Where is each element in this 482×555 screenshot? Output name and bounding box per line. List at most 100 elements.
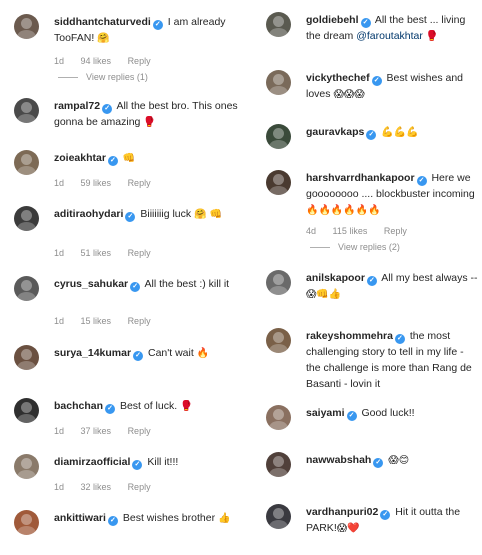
comment-emoji: 😱😊 (388, 455, 410, 466)
comment-text: Best of luck. (119, 400, 178, 412)
comment-username[interactable]: goldiebehl (306, 14, 359, 26)
reply-button[interactable]: Reply (128, 56, 151, 66)
comment-username[interactable]: aditiraohydari (54, 208, 123, 220)
comment-username[interactable]: rampal72 (54, 100, 100, 112)
comment-emoji: 🔥🔥🔥🔥🔥🔥 (306, 205, 381, 216)
avatar[interactable] (14, 206, 39, 231)
comment-username[interactable]: siddhantchaturvedi (54, 16, 151, 28)
comment-emoji: 🥊 (425, 31, 439, 42)
avatar[interactable] (14, 14, 39, 39)
verified-icon: ✓ (366, 276, 377, 286)
reply-button[interactable]: Reply (384, 226, 407, 236)
comment-emoji: 👊 (122, 153, 136, 164)
comment-emoji: 👍 (218, 513, 231, 524)
comment-item: nawwabshah ✓ 😱😊 (266, 452, 478, 480)
comment-likes[interactable]: 115 likes (333, 226, 368, 236)
comment-likes[interactable]: 59 likes (81, 178, 112, 188)
verified-icon: ✓ (105, 404, 116, 414)
comment-mention-link[interactable]: @faroutakhtar (356, 30, 423, 42)
avatar[interactable] (266, 504, 291, 529)
avatar[interactable] (14, 345, 39, 370)
comment-text-block: siddhantchaturvedi ✓ I am already TooFAN!… (54, 14, 240, 47)
avatar[interactable] (266, 12, 291, 37)
view-replies-label: View replies (2) (338, 242, 400, 252)
comment-meta: 1d 37 likes Reply (54, 426, 165, 436)
comment-username[interactable]: diamirzaofficial (54, 456, 130, 468)
comment-username[interactable]: nawwabshah (306, 454, 371, 466)
verified-icon: ✓ (107, 516, 118, 526)
comment-username[interactable]: surya_14kumar (54, 347, 131, 359)
avatar[interactable] (266, 70, 291, 95)
comment-time: 1d (54, 178, 65, 188)
comment-emoji: 🤗 (97, 33, 110, 44)
avatar[interactable] (266, 270, 291, 295)
comment-likes[interactable]: 15 likes (81, 316, 112, 326)
comment-text: Can't wait (147, 347, 194, 359)
comment-item: harshvarrdhankapoor ✓ Here we goooooooo .… (266, 170, 478, 258)
comment-text-block: harshvarrdhankapoor ✓ Here we goooooooo .… (306, 170, 478, 219)
comment-username[interactable]: bachchan (54, 400, 103, 412)
verified-icon: ✓ (133, 351, 144, 361)
comment-likes[interactable]: 32 likes (81, 482, 112, 492)
comment-meta: 4d 115 likes Reply (306, 226, 421, 236)
comment-item: cyrus_sahukar ✓ All the best :) kill it 1… (14, 276, 240, 332)
comment-username[interactable]: zoieakhtar (54, 152, 106, 164)
comment-emoji: 🤗 👊 (194, 209, 223, 220)
comment-item: rakeyshommehra ✓ the most challenging sto… (266, 328, 478, 392)
comment-time: 1d (54, 316, 65, 326)
reply-button[interactable]: Reply (128, 482, 151, 492)
comment-item: bachchan ✓ Best of luck. 🥊 1d 37 likes Re… (14, 398, 240, 443)
view-replies-button[interactable]: View replies (2) (310, 242, 400, 252)
comment-item: rampal72 ✓ All the best bro. This ones go… (14, 98, 240, 138)
comment-likes[interactable]: 37 likes (81, 426, 112, 436)
verified-icon: ✓ (130, 282, 141, 292)
reply-button[interactable]: Reply (128, 178, 151, 188)
verified-icon: ✓ (102, 104, 113, 114)
comment-text-block: cyrus_sahukar ✓ All the best :) kill it (54, 276, 240, 292)
avatar[interactable] (266, 170, 291, 195)
avatar[interactable] (266, 124, 291, 149)
verified-icon: ✓ (125, 212, 136, 222)
comment-text-block: vardhanpuri02 ✓ Hit it outta the PARK!😱❤️ (306, 504, 478, 537)
avatar[interactable] (266, 328, 291, 353)
view-replies-button[interactable]: View replies (1) (58, 72, 148, 82)
comment-username[interactable]: anilskapoor (306, 272, 365, 284)
comment-time: 1d (54, 426, 65, 436)
comment-username[interactable]: harshvarrdhankapoor (306, 172, 415, 184)
comment-username[interactable]: ankittiwari (54, 512, 106, 524)
comment-item: anilskapoor ✓ All my best always -- 😱👊👍 (266, 270, 478, 306)
avatar[interactable] (14, 98, 39, 123)
avatar[interactable] (14, 510, 39, 535)
reply-button[interactable]: Reply (128, 248, 151, 258)
avatar[interactable] (14, 454, 39, 479)
comment-text: Best wishes brother (122, 512, 216, 524)
comment-text-block: gauravkaps ✓ 💪💪💪 (306, 124, 478, 141)
avatar[interactable] (266, 405, 291, 430)
comment-text-block: goldiebehl ✓ All the best ... living the … (306, 12, 478, 45)
reply-button[interactable]: Reply (128, 316, 151, 326)
comment-likes[interactable]: 51 likes (81, 248, 112, 258)
comment-item: aditiraohydari ✓ Biiiiiiig luck 🤗 👊 1d 51… (14, 206, 240, 262)
avatar[interactable] (14, 398, 39, 423)
comment-username[interactable]: vardhanpuri02 (306, 506, 378, 518)
comment-username[interactable]: gauravkaps (306, 126, 364, 138)
comment-item: saiyami ✓ Good luck!! (266, 405, 478, 433)
comment-item: diamirzaofficial ✓ Kill it!!! 1d 32 likes… (14, 454, 240, 499)
avatar[interactable] (266, 452, 291, 477)
comment-username[interactable]: cyrus_sahukar (54, 278, 128, 290)
reply-button[interactable]: Reply (128, 426, 151, 436)
comment-likes[interactable]: 94 likes (81, 56, 112, 66)
avatar[interactable] (14, 276, 39, 301)
comment-text-block: ankittiwari ✓ Best wishes brother 👍 (54, 510, 240, 527)
comment-emoji: 😱😱😱 (333, 89, 365, 100)
comment-item: surya_14kumar ✓ Can't wait 🔥 (14, 345, 240, 375)
comment-meta: 1d 32 likes Reply (54, 482, 165, 492)
comment-text: All my best always -- (381, 272, 478, 284)
comment-username[interactable]: saiyami (306, 407, 345, 419)
avatar[interactable] (14, 150, 39, 175)
comment-emoji: 🥊 (180, 401, 193, 412)
comment-text-block: rampal72 ✓ All the best bro. This ones go… (54, 98, 240, 131)
comment-username[interactable]: vickythechef (306, 72, 370, 84)
comment-username[interactable]: rakeyshommehra (306, 330, 393, 342)
comment-time: 1d (54, 56, 65, 66)
